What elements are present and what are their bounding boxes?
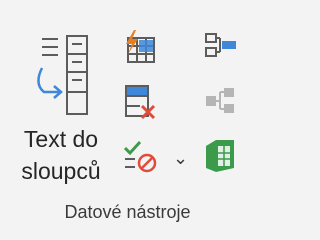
data-validation-button[interactable] [120,136,160,176]
text-to-columns-label-line2: sloupců [21,158,101,184]
flash-fill-button[interactable] [120,28,160,68]
data-tools-group: Text do sloupců ⌄ Datové nástroje [0,0,255,240]
data-validation-icon [123,140,157,173]
flash-fill-icon [126,30,155,63]
consolidate-button[interactable] [200,28,240,68]
consolidate-icon [205,33,236,57]
remove-duplicates-icon [125,85,156,120]
group-label: Datové nástroje [64,202,191,222]
data-validation-dropdown-chevron-down-icon[interactable]: ⌄ [173,149,188,167]
remove-duplicates-button[interactable] [120,82,160,122]
relationships-icon [206,88,234,113]
text-to-columns-icon [37,35,88,115]
data-model-button[interactable] [200,136,240,176]
relationships-button[interactable] [200,82,240,122]
text-to-columns-button[interactable]: Text do sloupců [6,12,116,200]
text-to-columns-label-line1: Text do [23,126,99,152]
data-model-icon [206,140,234,172]
